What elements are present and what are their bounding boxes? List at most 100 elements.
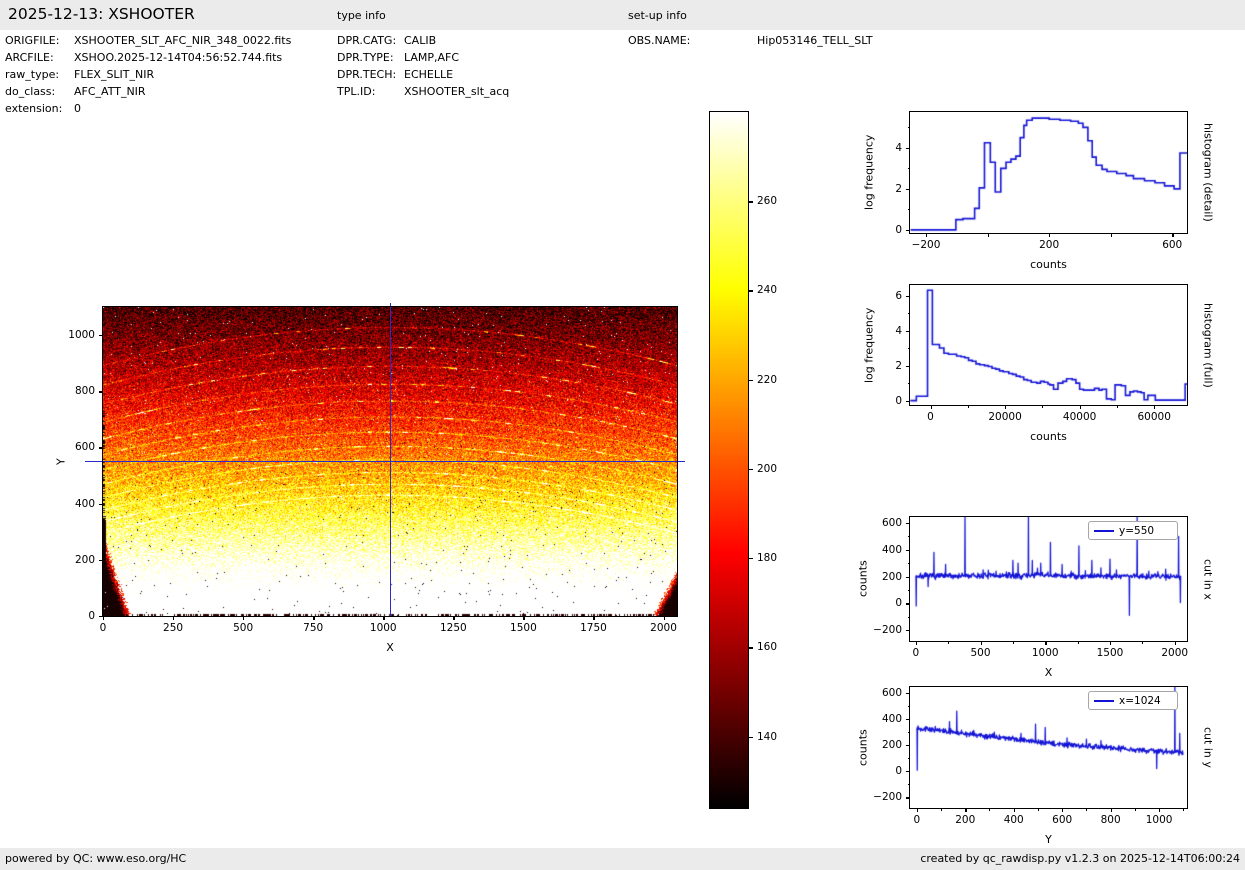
file-info-label-1: ARCFILE: [5, 51, 54, 64]
detector-xtick-label: 1000 [369, 622, 397, 634]
colorbar-tick-label: 140 [757, 730, 778, 743]
cut_in_x-right-label: cut in x [1201, 558, 1215, 600]
cut_in_x-xtick [980, 641, 982, 645]
detector-xtick [173, 616, 175, 620]
cut_in_y-ytick [905, 692, 910, 695]
type-info-value-1: LAMP,AFC [404, 51, 460, 64]
detector-xtick [453, 616, 455, 620]
cut_in_x-ytick [905, 523, 910, 525]
cut_in_y-xtick-minor [989, 808, 991, 811]
detector-ytick-label: 800 [74, 385, 95, 398]
histogram_full-ytick-minor [907, 313, 910, 315]
detector-xtick [103, 616, 105, 620]
detector-xtick-label: 1250 [439, 622, 467, 634]
histogram_full-xtick-minor [1042, 405, 1044, 408]
cut_in_x-xtick-label: 2000 [1161, 647, 1189, 659]
cut_in_x-xtick-label: 0 [912, 647, 920, 659]
detector-xtick-label: 500 [233, 622, 254, 634]
cut_in_y-xtick [916, 808, 919, 812]
colorbar-tick-label: 220 [757, 373, 778, 386]
cut_in_x-xtick-label: 500 [970, 647, 991, 659]
header-bar: 2025-12-13: XSHOOTER type info set-up in… [0, 0, 1245, 30]
cut_in_y-legend-label: x=1024 [1119, 694, 1161, 707]
cut_in_y-xtick-minor [1183, 808, 1185, 811]
cut_in_y-ytick [905, 718, 910, 721]
histogram_full-xtick-label: 40000 [1062, 411, 1097, 423]
detector-xtick [663, 616, 665, 620]
cut_in_x-xtick-minor [1142, 641, 1144, 644]
cut_in_y-xtick-minor [1134, 808, 1136, 811]
histogram_full-xtick-minor [967, 405, 969, 408]
cut_in_y-right-label: cut in y [1201, 727, 1215, 768]
histogram_detail-xtick [1110, 233, 1112, 237]
colorbar-tick-label: 240 [757, 284, 778, 297]
cut_in_x-xtick-minor [948, 641, 950, 644]
histogram_full-right-label: histogram (full) [1201, 302, 1215, 388]
cut_in_x-xtick [1109, 641, 1112, 645]
colorbar-tick-label: 260 [757, 195, 778, 208]
histogram_detail-ytick [905, 229, 910, 232]
cut_in_y-xtick [965, 808, 967, 812]
cut_in_y-ytick [905, 771, 910, 773]
footer-powered-by: powered by QC: www.eso.org/HC [5, 852, 187, 865]
histogram_detail-ytick-label: 4 [895, 141, 902, 154]
colorbar-tick-label: 160 [757, 641, 778, 654]
colorbar-border [709, 111, 749, 809]
histogram_detail-xtick-label: 200 [1039, 239, 1060, 251]
colorbar-tick-label: 200 [757, 462, 778, 475]
setup-info-value-0: Hip053146_TELL_SLT [757, 34, 873, 47]
section-label-type-info: type info [337, 9, 386, 22]
cut_in_x-ytick-minor [907, 536, 910, 538]
cut_in_x-ytick-minor [907, 563, 910, 565]
cut_in_x-xtick-minor [1077, 641, 1079, 644]
detector-xtick-label: 1750 [580, 622, 607, 634]
file-info-value-1: XSHOO.2025-12-14T04:56:52.744.fits [74, 51, 283, 64]
footer-created-by: created by qc_rawdisp.py v1.2.3 on 2025-… [920, 852, 1240, 865]
detector-xtick [383, 616, 385, 620]
detector-ytick-label: 1000 [68, 329, 95, 342]
detector-xtick [313, 616, 315, 620]
cut_in_x-ytick-minor [907, 589, 910, 591]
type-info-label-1: DPR.TYPE: [337, 51, 394, 64]
cut_in_x-ytick [905, 630, 910, 632]
histogram_detail-xtick-label: −200 [911, 239, 941, 251]
cut_in_x-legend-line [1094, 529, 1114, 532]
histogram_full-ytick-minor [907, 383, 910, 385]
detector-ytick-label: 0 [88, 610, 95, 622]
detector-ytick-label: 600 [74, 441, 95, 454]
cut_in_y-ytick [905, 797, 910, 799]
detector-xtick [593, 616, 595, 620]
page-title: 2025-12-13: XSHOOTER [8, 5, 195, 23]
cut_in_y-xtick [1110, 808, 1112, 812]
histogram_detail-ylabel: log frequency [862, 134, 876, 211]
cut_in_y-xtick-minor [941, 808, 943, 811]
cut_in_y-xtick [1062, 808, 1064, 812]
file-info-label-3: do_class: [5, 85, 56, 98]
detector-ytick [98, 503, 103, 505]
type-info-label-0: DPR.CATG: [337, 34, 397, 47]
detector-ytick [98, 447, 103, 449]
crosshair-horizontal-line [85, 461, 685, 463]
cut_in_x-xlabel: X [1044, 666, 1053, 679]
footer-bar: powered by QC: www.eso.org/HC created by… [0, 848, 1245, 870]
cut_in_y-legend-line [1094, 699, 1114, 702]
detector-xlabel: X [386, 641, 394, 654]
cut_in_y-xtick-minor [1086, 808, 1088, 811]
cut_in_x-ytick [905, 549, 910, 552]
detector-xtick-label: 2000 [650, 622, 677, 634]
histogram_full-xtick-label: 60000 [1137, 411, 1171, 423]
histogram_full-ytick-label: 6 [895, 289, 902, 302]
crosshair-vertical-line [390, 303, 392, 616]
histogram_detail-ytick-minor [907, 168, 910, 170]
file-info-value-0: XSHOOTER_SLT_AFC_NIR_348_0022.fits [74, 34, 292, 47]
cut_in_x-ytick [905, 576, 910, 578]
histogram_detail-canvas [910, 112, 1187, 233]
file-info-value-4: 0 [74, 102, 81, 115]
cut_in_y-ytick-minor [907, 732, 910, 734]
detector-ylabel: Y [54, 458, 68, 465]
detector-xtick [523, 616, 525, 620]
file-info-label-4: extension: [5, 102, 63, 115]
histogram_full-xtick-label: 0 [927, 411, 934, 423]
type-info-value-3: XSHOOTER_slt_acq [404, 85, 510, 98]
detector-ytick [98, 335, 103, 337]
